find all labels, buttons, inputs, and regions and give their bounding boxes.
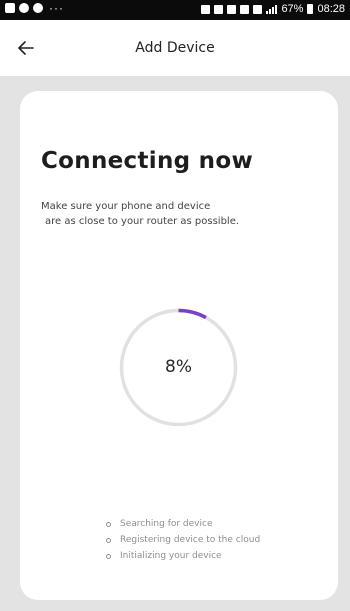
- status-bar: ··· 67% 08:28: [0, 0, 350, 20]
- data-icon: [253, 4, 263, 14]
- step-bullet-icon: [106, 537, 111, 543]
- bluetooth-icon: [227, 4, 237, 14]
- progress-ring: 8%: [118, 307, 239, 428]
- step-label: Initializing your device: [120, 551, 222, 561]
- back-button[interactable]: [10, 32, 42, 64]
- wifi-signal-icon: [266, 4, 278, 14]
- gallery-icon: [5, 3, 15, 13]
- notification-icon: [33, 3, 43, 13]
- status-bar-notifications: ···: [5, 1, 64, 15]
- nfc-icon: [214, 4, 224, 14]
- arrow-left-icon: [18, 41, 34, 55]
- step-item: Registering device to the cloud: [106, 532, 260, 548]
- notification-icon: [19, 3, 29, 13]
- progress-percent: 8%: [165, 357, 192, 377]
- battery-percent: 67%: [281, 3, 304, 15]
- connection-steps-list: Searching for device Registering device …: [106, 516, 260, 564]
- instructions-line-2: are as close to your router as possible.: [45, 216, 240, 227]
- more-notifications-icon: ···: [49, 1, 64, 15]
- step-item: Initializing your device: [106, 548, 260, 564]
- step-item: Searching for device: [106, 516, 260, 532]
- battery-icon: [307, 4, 314, 14]
- app-header: Add Device: [0, 20, 350, 76]
- step-bullet-icon: [106, 521, 111, 527]
- instructions-line-1: Make sure your phone and device: [41, 201, 211, 212]
- instructions-text: Make sure your phone and device are as c…: [41, 199, 331, 229]
- clock: 08:28: [317, 3, 345, 15]
- status-bar-system: 67% 08:28: [201, 3, 345, 15]
- step-bullet-icon: [106, 553, 111, 559]
- content-area: Connecting now Make sure your phone and …: [0, 76, 350, 611]
- step-label: Searching for device: [120, 519, 213, 529]
- alarm-icon: [201, 4, 211, 14]
- page-title: Add Device: [135, 40, 215, 56]
- connecting-title: Connecting now: [41, 148, 254, 174]
- mute-icon: [240, 4, 250, 14]
- step-label: Registering device to the cloud: [120, 535, 261, 545]
- connecting-card: Connecting now Make sure your phone and …: [20, 91, 338, 600]
